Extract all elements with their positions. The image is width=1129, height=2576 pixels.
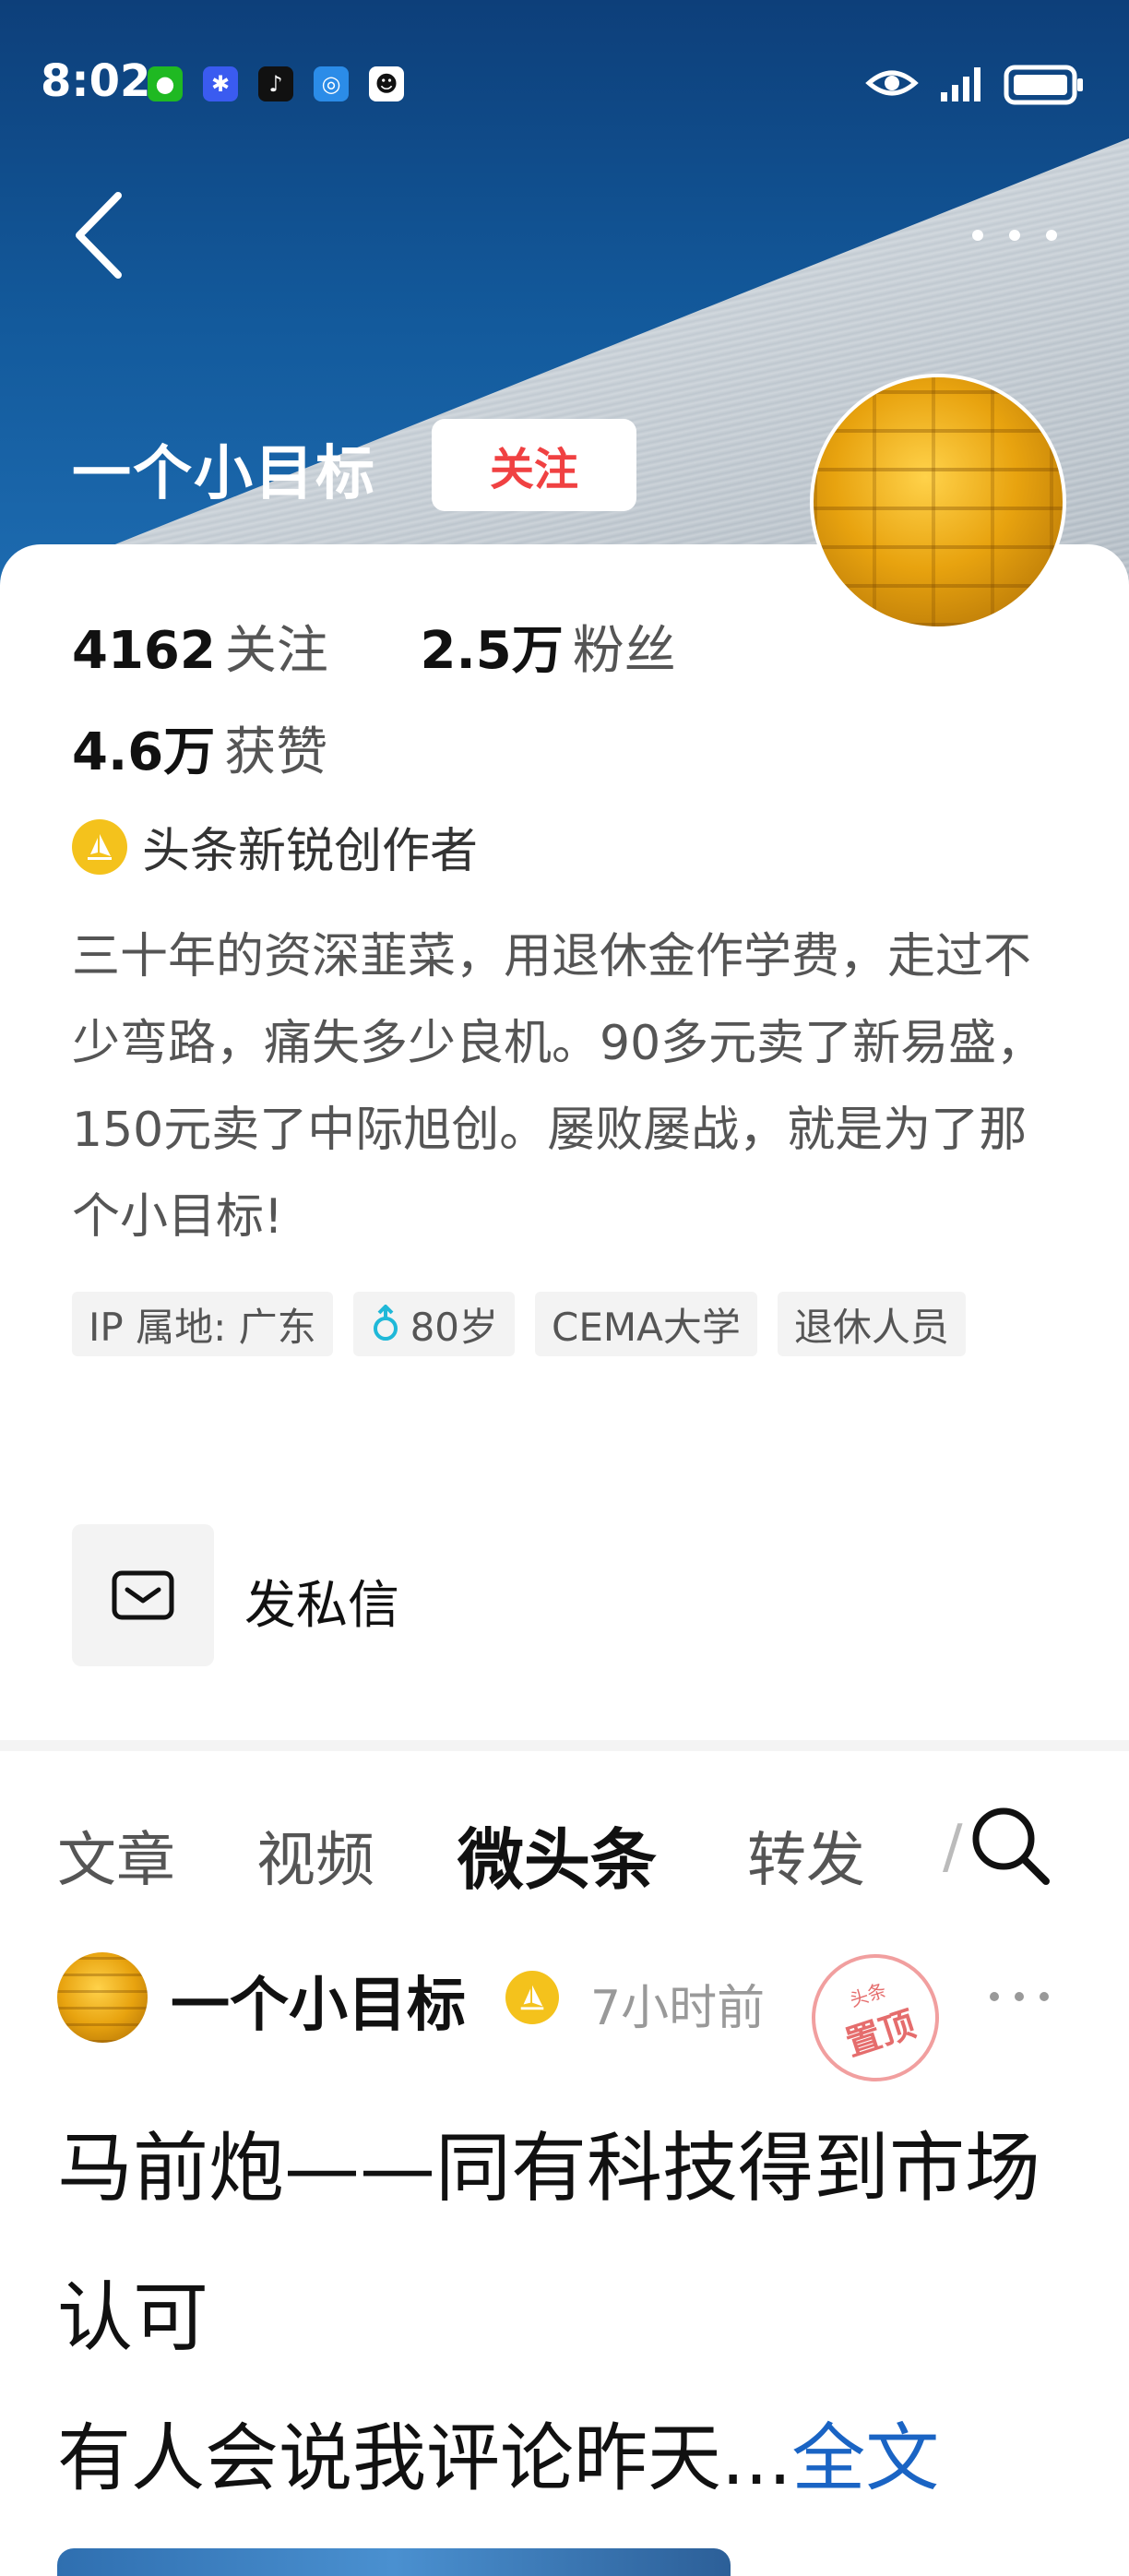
- fans-count: 2.5万: [420, 621, 564, 681]
- tiktok-icon: ♪: [258, 66, 293, 101]
- status-bar: 8:02 ● ✱ ♪ ◎ ☻: [0, 0, 1129, 166]
- following-count: 4162: [72, 621, 216, 681]
- avatar[interactable]: [810, 374, 1066, 630]
- more-options-icon[interactable]: [969, 221, 1061, 249]
- likes-label: 获赞: [224, 722, 328, 782]
- profile-name: 一个小目标: [72, 440, 376, 508]
- battery-icon: [1004, 65, 1083, 105]
- tab-articles[interactable]: 文章: [57, 1813, 175, 1898]
- post-author-avatar[interactable]: [57, 1952, 148, 2043]
- creator-badge-row[interactable]: 头条新锐创作者: [72, 812, 478, 881]
- tab-videos[interactable]: 视频: [256, 1813, 374, 1898]
- tab-reposts[interactable]: 转发: [747, 1813, 865, 1898]
- search-icon[interactable]: [969, 1804, 1052, 1887]
- message-label[interactable]: 发私信: [244, 1564, 399, 1639]
- section-divider: [0, 1740, 1129, 1751]
- following-stat[interactable]: 4162 关注: [72, 621, 345, 681]
- post-time: 7小时前: [590, 1981, 766, 2036]
- message-button[interactable]: [72, 1524, 214, 1666]
- fans-stat[interactable]: 2.5万 粉丝: [420, 621, 675, 681]
- qq-icon: ☻: [369, 66, 404, 101]
- back-icon[interactable]: [66, 185, 131, 286]
- tag-age: 80岁: [352, 1292, 516, 1356]
- post-more-icon[interactable]: [987, 1987, 1052, 2006]
- tab-more-partial[interactable]: /: [943, 1813, 963, 1881]
- browser-icon: ◎: [314, 66, 349, 101]
- pinned-stamp-label: 置顶: [840, 2003, 921, 2064]
- signal-icon: [941, 67, 980, 101]
- tab-micro-posts[interactable]: 微头条: [458, 1806, 657, 1902]
- creator-badge-icon: [72, 818, 127, 875]
- post-excerpt[interactable]: 有人会说我评论昨天...全文: [57, 2399, 1090, 2506]
- post-excerpt-text: 有人会说我评论昨天...: [57, 2415, 792, 2501]
- profile-bio: 三十年的资深韮菜，用退休金作学费，走过不少弯路，痛失多少良机。90多元卖了新易盛…: [72, 929, 1045, 1245]
- post-creator-badge-icon: [505, 1971, 559, 2024]
- tag-ip-location: IP 属地: 广东: [72, 1292, 333, 1356]
- follow-button[interactable]: 关注: [432, 419, 636, 511]
- eye-icon: [865, 70, 919, 96]
- post-title[interactable]: 马前炮——同有科技得到市场认可: [57, 2094, 1072, 2393]
- fans-label: 粉丝: [572, 621, 676, 681]
- envelope-icon: [112, 1570, 174, 1620]
- profile-tags: IP 属地: 广东 80岁 CEMA大学 退休人员: [72, 1292, 1068, 1386]
- post-image-thumbnail[interactable]: [57, 2548, 731, 2576]
- likes-count: 4.6万: [72, 722, 216, 782]
- stats-row-1: 4162 关注 2.5万 粉丝: [72, 609, 676, 684]
- likes-stat: 4.6万 获赞: [72, 710, 327, 785]
- dingtalk-icon: ✱: [203, 66, 238, 101]
- content-tabs: 文章 视频 微头条 转发 /: [0, 1804, 1129, 1905]
- read-full-link[interactable]: 全文: [791, 2415, 939, 2501]
- tag-school: CEMA大学: [535, 1292, 757, 1356]
- status-time: 8:02: [41, 55, 151, 107]
- tag-occupation: 退休人员: [777, 1292, 966, 1356]
- post-author-name[interactable]: 一个小目标: [171, 1958, 466, 2043]
- wechat-icon: ●: [148, 66, 183, 101]
- following-label: 关注: [224, 621, 328, 681]
- creator-badge-label: 头条新锐创作者: [142, 824, 479, 879]
- male-icon: [373, 1305, 398, 1341]
